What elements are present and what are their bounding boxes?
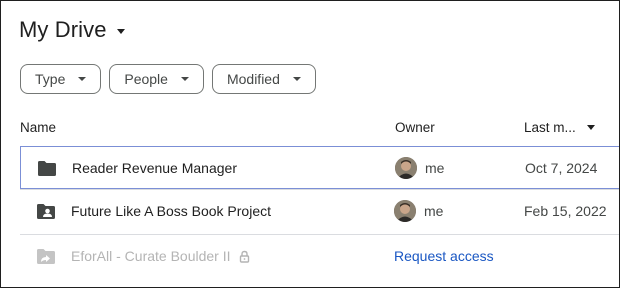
caret-down-icon [116, 28, 125, 34]
page-title: My Drive [19, 17, 107, 42]
avatar [395, 157, 417, 179]
my-drive-menu[interactable]: My Drive [19, 17, 125, 43]
chip-label: People [124, 71, 168, 87]
lock-icon [239, 250, 249, 263]
filter-chips: Type People Modified [20, 64, 316, 94]
sort-descending-icon[interactable] [586, 125, 595, 130]
table-row[interactable]: Future Like A Boss Book Project me Feb 1… [20, 190, 619, 233]
file-name: EforAll - Curate Boulder II [71, 248, 231, 264]
file-name: Future Like A Boss Book Project [71, 203, 271, 219]
column-header-last-modified[interactable]: Last m... [524, 120, 595, 135]
modified-filter-chip[interactable]: Modified [211, 64, 316, 94]
folder-icon [38, 161, 56, 176]
chip-label: Modified [226, 71, 280, 87]
request-access-link[interactable]: Request access [394, 248, 494, 264]
shortcut-folder-icon [37, 249, 55, 264]
last-modified-date: Oct 7, 2024 [525, 160, 598, 176]
file-name-wrap: EforAll - Curate Boulder II [71, 248, 250, 264]
owner-cell: me [395, 157, 444, 179]
column-header-name[interactable]: Name [20, 120, 56, 135]
last-modified-date: Feb 15, 2022 [524, 203, 607, 219]
caret-down-icon [180, 77, 189, 81]
table-row[interactable]: Reader Revenue Manager me Oct 7, 2024 [20, 146, 619, 189]
chip-label: Type [35, 71, 66, 87]
shared-folder-icon [37, 204, 55, 219]
table-row[interactable]: EforAll - Curate Boulder II Request acce… [20, 235, 619, 278]
column-header-owner[interactable]: Owner [395, 120, 435, 135]
owner-name: me [424, 203, 444, 219]
caret-down-icon [78, 77, 87, 81]
drive-file-list: My Drive Type People Modified Name Owner… [0, 0, 620, 288]
caret-down-icon [292, 77, 301, 81]
owner-cell: me [394, 200, 443, 222]
column-header-label: Last m... [524, 120, 576, 135]
file-name: Reader Revenue Manager [72, 160, 237, 176]
people-filter-chip[interactable]: People [109, 64, 204, 94]
avatar [394, 200, 416, 222]
type-filter-chip[interactable]: Type [20, 64, 102, 94]
table-header: Name Owner Last m... [1, 113, 619, 143]
owner-name: me [425, 160, 445, 176]
